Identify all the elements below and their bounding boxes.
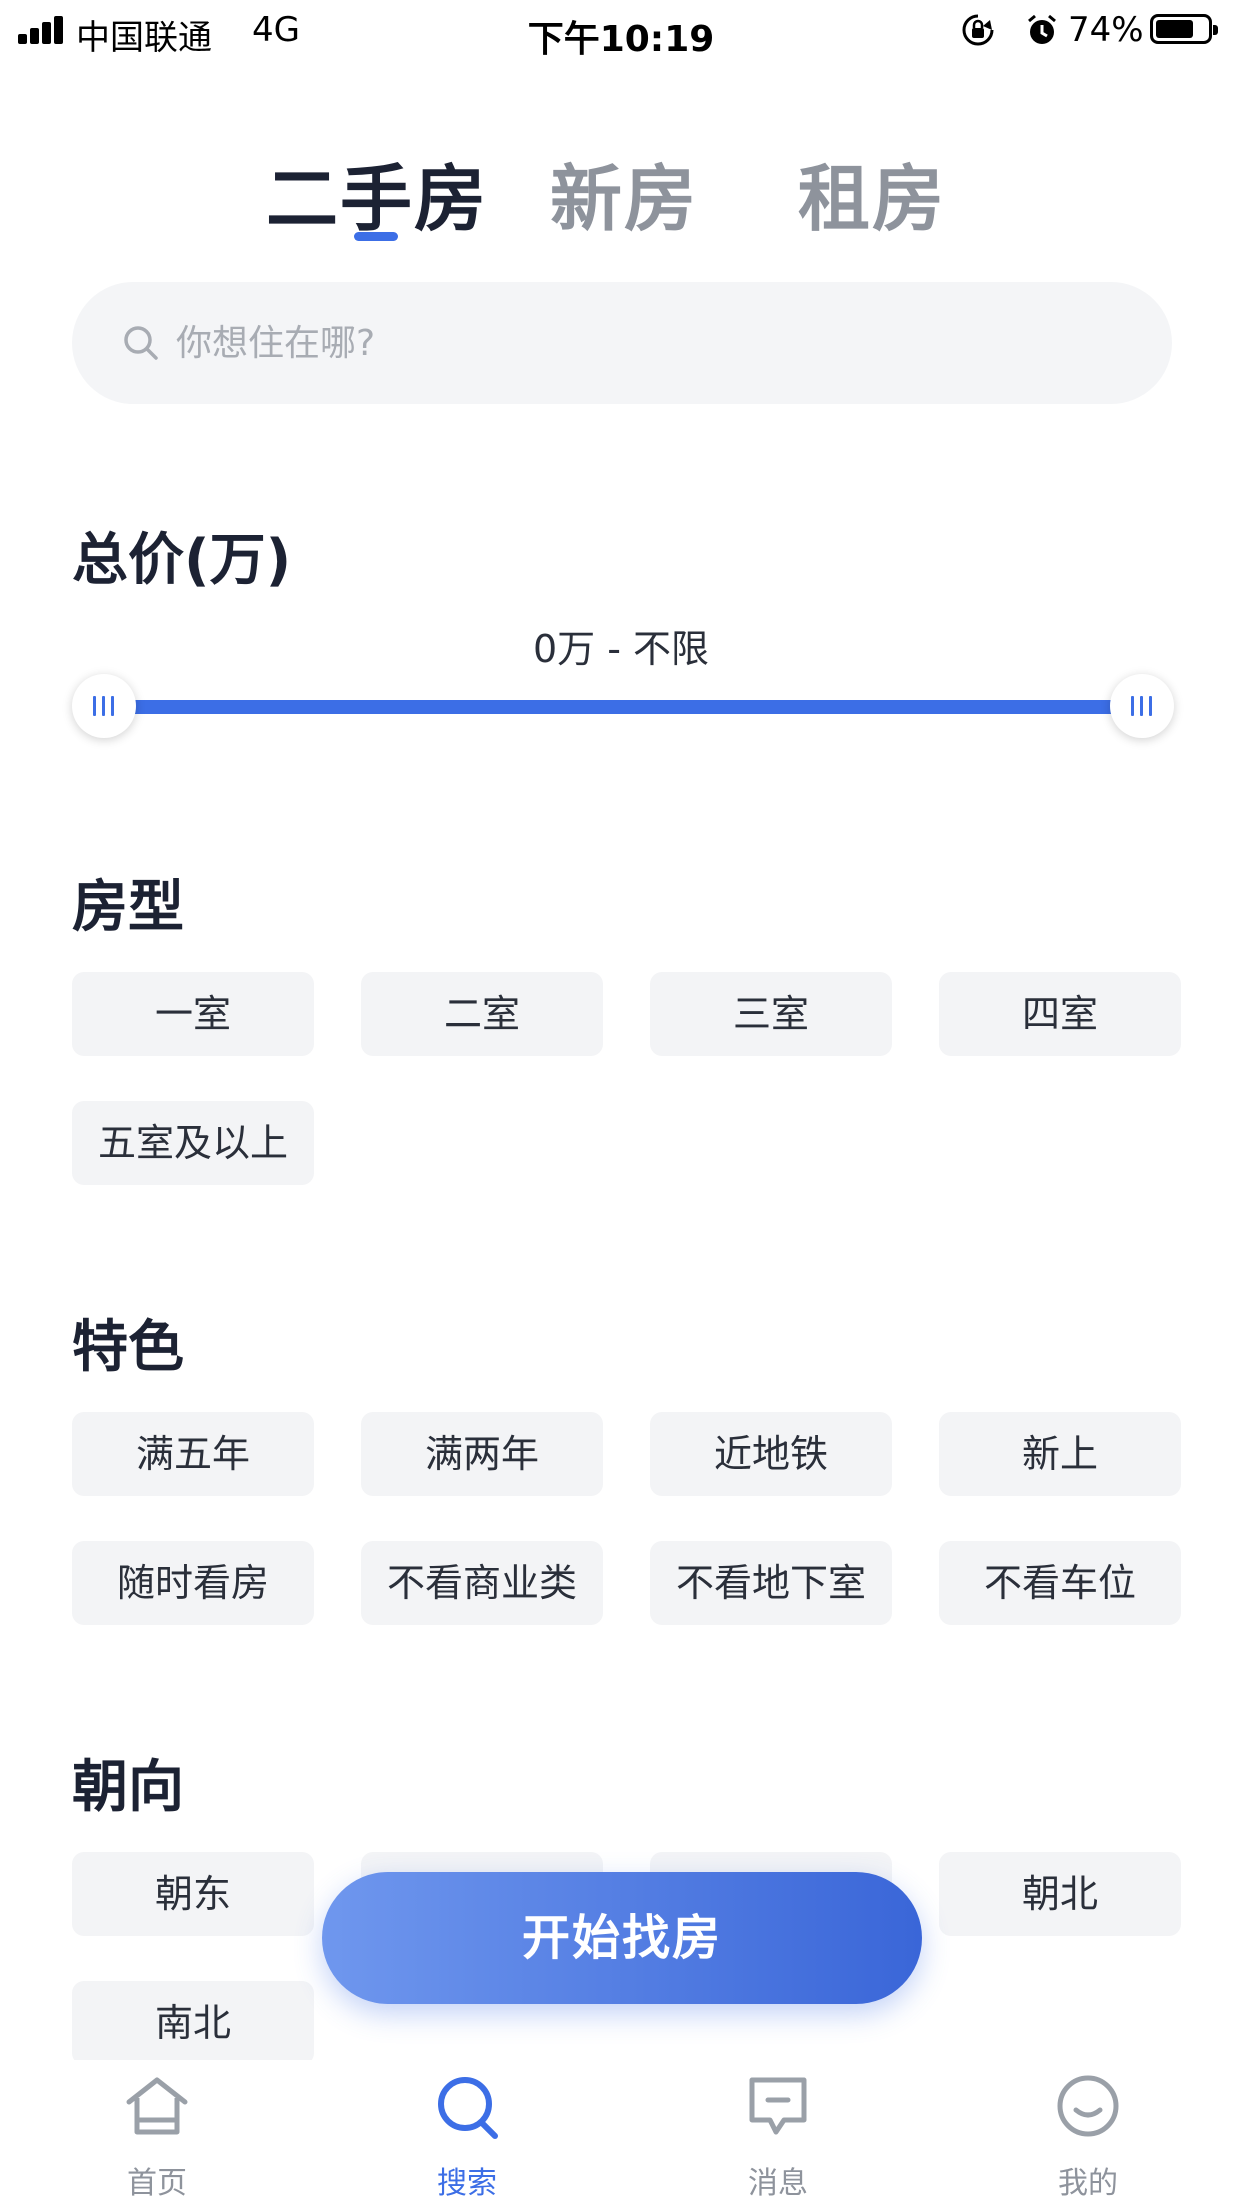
- home-icon: [126, 2077, 188, 2135]
- room-type-chip[interactable]: 一室: [72, 972, 314, 1056]
- price-range-value: 0万 - 不限: [532, 627, 710, 671]
- status-bar: 中国联通 4G 下午10:19 74%: [0, 0, 1242, 64]
- price-section-title: 总价(万): [72, 528, 292, 593]
- nav-item-profile[interactable]: 我的: [988, 2060, 1188, 2208]
- nav-item-search[interactable]: 搜索: [367, 2060, 567, 2208]
- orientation-chip[interactable]: 朝北: [939, 1852, 1181, 1936]
- alarm-icon: [1028, 14, 1056, 44]
- profile-icon: [1057, 2075, 1119, 2137]
- nav-label-messages: 消息: [748, 2166, 808, 2201]
- room-type-chip[interactable]: 二室: [361, 972, 603, 1056]
- tab-new-homes[interactable]: 新房: [550, 140, 698, 245]
- feature-chip[interactable]: 满五年: [72, 1412, 314, 1496]
- feature-chip[interactable]: 不看地下室: [650, 1541, 892, 1625]
- tab-second-hand[interactable]: 二手房: [266, 140, 488, 245]
- room-type-section-title: 房型: [72, 875, 184, 940]
- nav-item-messages[interactable]: 消息: [678, 2060, 878, 2208]
- feature-chip[interactable]: 新上: [939, 1412, 1181, 1496]
- orientation-section-title: 朝向: [72, 1755, 184, 1820]
- feature-chip[interactable]: 随时看房: [72, 1541, 314, 1625]
- price-slider-min-handle[interactable]: [72, 674, 136, 738]
- nav-label-search: 搜索: [437, 2166, 497, 2201]
- search-icon: [438, 2077, 498, 2139]
- feature-chip[interactable]: 不看车位: [939, 1541, 1181, 1625]
- room-type-chip[interactable]: 三室: [650, 972, 892, 1056]
- search-icon: [124, 326, 158, 360]
- room-type-chip[interactable]: 四室: [939, 972, 1181, 1056]
- feature-chip[interactable]: 不看商业类: [361, 1541, 603, 1625]
- message-icon: [749, 2077, 807, 2135]
- search-bar[interactable]: [72, 282, 1172, 404]
- price-slider-track[interactable]: [100, 700, 1142, 714]
- room-type-chip[interactable]: 五室及以上: [72, 1101, 314, 1185]
- active-tab-indicator: [354, 232, 398, 241]
- start-search-button[interactable]: 开始找房: [322, 1872, 922, 2004]
- tab-rentals[interactable]: 租房: [798, 140, 946, 245]
- feature-chip[interactable]: 满两年: [361, 1412, 603, 1496]
- search-input[interactable]: [176, 314, 1076, 372]
- nav-item-home[interactable]: 首页: [57, 2060, 257, 2208]
- battery-percent: 74%: [1068, 10, 1144, 50]
- feature-chip[interactable]: 近地铁: [650, 1412, 892, 1496]
- battery-icon: [1150, 14, 1218, 44]
- price-slider-max-handle[interactable]: [1110, 674, 1174, 738]
- nav-label-home: 首页: [127, 2166, 187, 2201]
- features-section-title: 特色: [72, 1315, 184, 1380]
- orientation-chip[interactable]: 南北: [72, 1981, 314, 2065]
- rotation-lock-icon: [962, 14, 994, 46]
- bottom-nav: 首页 搜索 消息 我的: [0, 2060, 1242, 2208]
- orientation-chip[interactable]: 朝东: [72, 1852, 314, 1936]
- nav-label-profile: 我的: [1058, 2166, 1118, 2201]
